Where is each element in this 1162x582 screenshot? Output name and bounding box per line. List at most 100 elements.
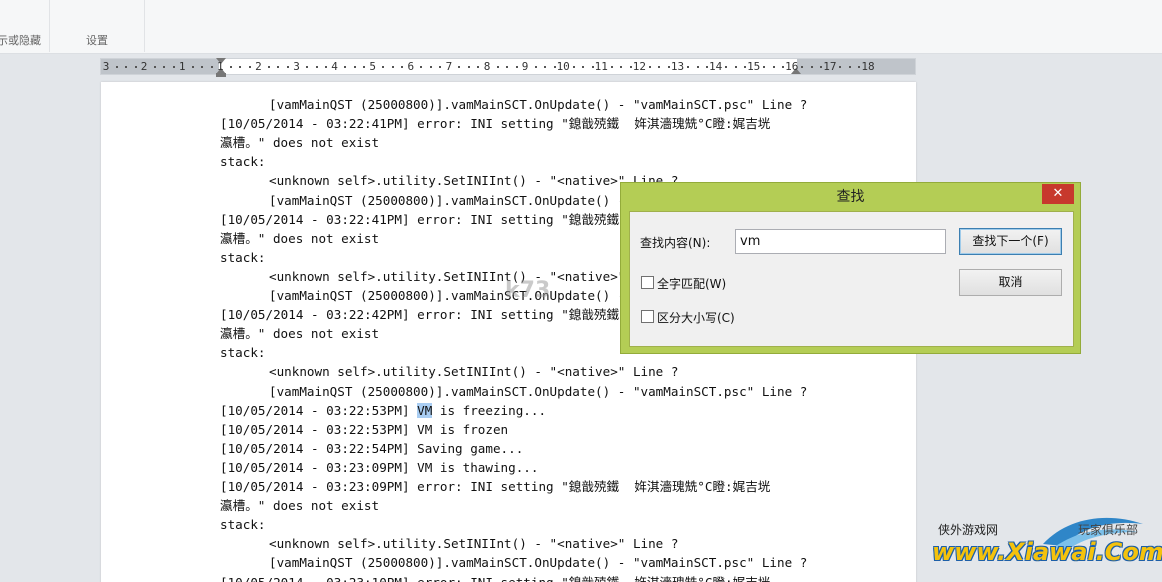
whole-word-label[interactable]: 全字匹配(W) bbox=[657, 275, 726, 292]
document-text-line: [10/05/2014 - 03:23:09PM] VM is thawing.… bbox=[220, 459, 539, 475]
ribbon-group-label: 设置 bbox=[86, 34, 108, 47]
ruler-dot bbox=[725, 66, 728, 68]
ruler-dot bbox=[820, 66, 823, 68]
ruler-dot bbox=[382, 66, 385, 68]
document-text-line: [vamMainQST (25000800)].vamMainSCT.OnUpd… bbox=[269, 555, 808, 571]
k73-watermark: k73 bbox=[505, 278, 551, 303]
ruler-dot bbox=[591, 66, 594, 68]
ribbon-group-label: 示或隐藏 bbox=[0, 34, 41, 47]
ruler-tick-label: 16 bbox=[785, 60, 799, 73]
ruler-dot bbox=[267, 66, 270, 68]
ruler-tick-label: 6 bbox=[407, 60, 415, 73]
document-text-line: [10/05/2014 - 03:22:53PM] VM is frozen bbox=[220, 421, 509, 437]
ruler-dot bbox=[515, 66, 518, 68]
ribbon-group-show-hide: 示或隐藏 bbox=[0, 0, 50, 52]
ruler-dot bbox=[325, 66, 328, 68]
ruler-dot bbox=[248, 66, 251, 68]
ruler-tick-label: 2 bbox=[140, 60, 148, 73]
ruler-dot bbox=[277, 66, 280, 68]
ruler-dot bbox=[648, 66, 651, 68]
close-button[interactable]: ✕ bbox=[1042, 184, 1074, 204]
ruler-tick-label: 18 bbox=[861, 60, 875, 73]
ruler-dot bbox=[134, 66, 137, 68]
ruler-dot bbox=[125, 66, 128, 68]
ruler-dot bbox=[391, 66, 394, 68]
ruler-dot bbox=[353, 66, 356, 68]
ruler-dot bbox=[458, 66, 461, 68]
document-text-line: <unknown self>.utility.SetINIInt() - "<n… bbox=[269, 364, 679, 380]
ruler-tick-label: 3 bbox=[293, 60, 300, 73]
ruler-tick-label: 5 bbox=[369, 60, 376, 73]
document-text-line: [vamMainQST (25000800)].vamMainSCT.OnUpd… bbox=[269, 97, 808, 112]
ruler-dot bbox=[172, 66, 175, 68]
ruler-dot bbox=[848, 66, 851, 68]
ruler-tick-label: 17 bbox=[823, 60, 837, 73]
ruler-dot bbox=[229, 66, 232, 68]
document-text-line: [vamMainQST (25000800)].vamMainSCT.OnUpd… bbox=[269, 383, 808, 399]
ruler-dot bbox=[429, 66, 432, 68]
ruler-tick-label: 13 bbox=[670, 60, 685, 73]
whole-word-checkbox[interactable] bbox=[641, 276, 654, 289]
ruler-dot bbox=[534, 66, 537, 68]
ruler-tick-label: 10 bbox=[556, 60, 570, 73]
document-text-line: stack: bbox=[220, 345, 266, 361]
ruler-dot bbox=[858, 66, 861, 68]
find-what-label: 查找内容(N): bbox=[640, 236, 711, 250]
watermark-site-name: 侠外游戏网 bbox=[938, 523, 999, 537]
xiawai-watermark: 侠外游戏网 玩家俱乐部 www.Xiawai.Com bbox=[928, 512, 1162, 580]
ruler-dot bbox=[315, 66, 318, 68]
line-text: [10/05/2014 - 03:22:53PM] bbox=[220, 402, 418, 418]
ruler-dot bbox=[839, 66, 842, 68]
document-text-line: 瀛槽。" does not exist bbox=[220, 498, 380, 514]
document-text-line: 瀛槽。" does not exist bbox=[220, 135, 380, 151]
ruler-tick-label: 11 bbox=[594, 60, 608, 73]
ruler-dot bbox=[210, 66, 213, 68]
match-case-checkbox[interactable] bbox=[641, 310, 654, 323]
ruler-tick-label: 1 bbox=[216, 60, 224, 73]
ruler-tick-label: 1 bbox=[178, 60, 186, 73]
ruler-dot bbox=[467, 66, 470, 68]
document-text-line: stack: bbox=[220, 154, 266, 170]
ruler-dot bbox=[582, 66, 585, 68]
left-indent-marker[interactable] bbox=[216, 73, 226, 77]
ruler-dot bbox=[696, 66, 699, 68]
match-case-label[interactable]: 区分大小写(C) bbox=[657, 309, 735, 326]
find-next-button[interactable]: 查找下一个(F) bbox=[959, 228, 1062, 255]
ruler-dot bbox=[115, 66, 118, 68]
ruler-dot bbox=[801, 66, 804, 68]
close-icon: ✕ bbox=[1052, 186, 1064, 201]
ruler-dot bbox=[667, 66, 670, 68]
ruler-dot bbox=[572, 66, 575, 68]
document-text-line: stack: bbox=[220, 249, 266, 265]
ruler-dot bbox=[782, 66, 785, 68]
document-text-line: <unknown self>.utility.SetINIInt() - "<n… bbox=[269, 536, 679, 552]
ribbon-group-settings: 设置 bbox=[50, 0, 145, 52]
dialog-title: 查找 bbox=[836, 189, 865, 205]
ruler-dot bbox=[439, 66, 442, 68]
ruler-dot bbox=[620, 66, 623, 68]
ruler-tick-label: 14 bbox=[708, 60, 723, 73]
ruler-dot bbox=[286, 66, 289, 68]
ruler-dot bbox=[772, 66, 775, 68]
ruler-dot bbox=[506, 66, 509, 68]
ruler-dot bbox=[153, 66, 156, 68]
document-text-line: [10/05/2014 - 03:22:54PM] Saving game... bbox=[220, 440, 524, 456]
document-text-line: 瀛槽。" does not exist bbox=[220, 326, 380, 342]
watermark-logo-text: www.Xiawai.Com bbox=[932, 538, 1162, 566]
ruler-dot bbox=[201, 66, 204, 68]
ruler-tick-label: 4 bbox=[331, 60, 338, 73]
document-text-line: [10/05/2014 - 03:23:09PM] error: INI set… bbox=[220, 479, 771, 494]
line-text: is freezing... bbox=[432, 402, 547, 418]
ruler-tick-label: 3 bbox=[102, 60, 110, 73]
ruler-dot bbox=[420, 66, 423, 68]
cancel-button[interactable]: 取消 bbox=[959, 269, 1062, 296]
ruler-tick-label: 2 bbox=[255, 60, 262, 73]
horizontal-ruler[interactable]: 3 2 1 1 2 3 4 5 6 7 8 9 10 11 12 13 14 15 16 17 18 bbox=[100, 58, 916, 77]
document-text-line: [10/05/2014 - 03:23:10PM] error: INI set… bbox=[220, 574, 771, 582]
dialog-body: 查找内容(N): 查找下一个(F) 取消 全字匹配(W) 区分大小写(C) bbox=[629, 211, 1074, 347]
ruler-dot bbox=[734, 66, 737, 68]
find-what-input[interactable] bbox=[735, 229, 946, 254]
ruler-dot bbox=[163, 66, 166, 68]
ruler-dot bbox=[401, 66, 404, 68]
ruler-margin-right bbox=[797, 59, 915, 74]
